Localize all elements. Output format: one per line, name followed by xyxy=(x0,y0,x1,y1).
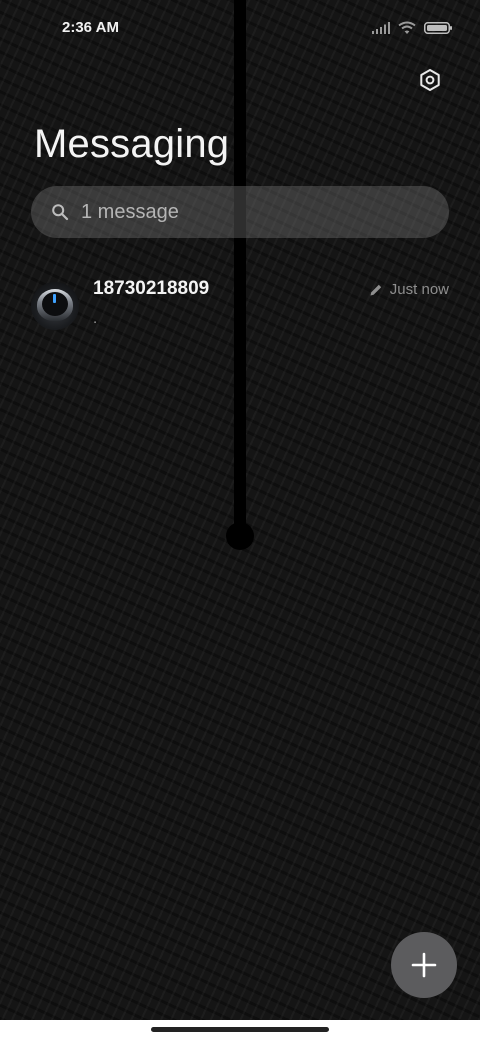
status-time: 2:36 AM xyxy=(62,19,119,36)
avatar xyxy=(31,282,79,330)
settings-button[interactable] xyxy=(412,62,448,98)
search-input[interactable]: 1 message xyxy=(31,186,449,238)
conversation-meta: Just now xyxy=(369,281,449,298)
conversation-item[interactable]: 18730218809 . Just now xyxy=(0,270,480,342)
signal-icon xyxy=(372,22,390,34)
new-message-button[interactable] xyxy=(391,932,457,998)
home-indicator[interactable] xyxy=(151,1027,329,1032)
conversation-time: Just now xyxy=(389,281,449,298)
wallpaper-dot xyxy=(226,522,254,550)
messaging-screen: 2:36 AM Messaging 1 message 18730218809 … xyxy=(0,0,480,1020)
plus-icon xyxy=(411,952,437,978)
message-snippet: . xyxy=(93,310,98,327)
battery-icon xyxy=(424,22,452,34)
page-title: Messaging xyxy=(34,122,230,166)
contact-name: 18730218809 xyxy=(93,278,210,299)
settings-icon xyxy=(420,69,440,91)
wallpaper-line xyxy=(234,0,246,538)
status-icons xyxy=(372,18,452,38)
pencil-icon xyxy=(370,284,381,295)
wifi-icon xyxy=(398,21,416,34)
search-icon xyxy=(52,204,69,221)
search-placeholder: 1 message xyxy=(81,200,179,223)
